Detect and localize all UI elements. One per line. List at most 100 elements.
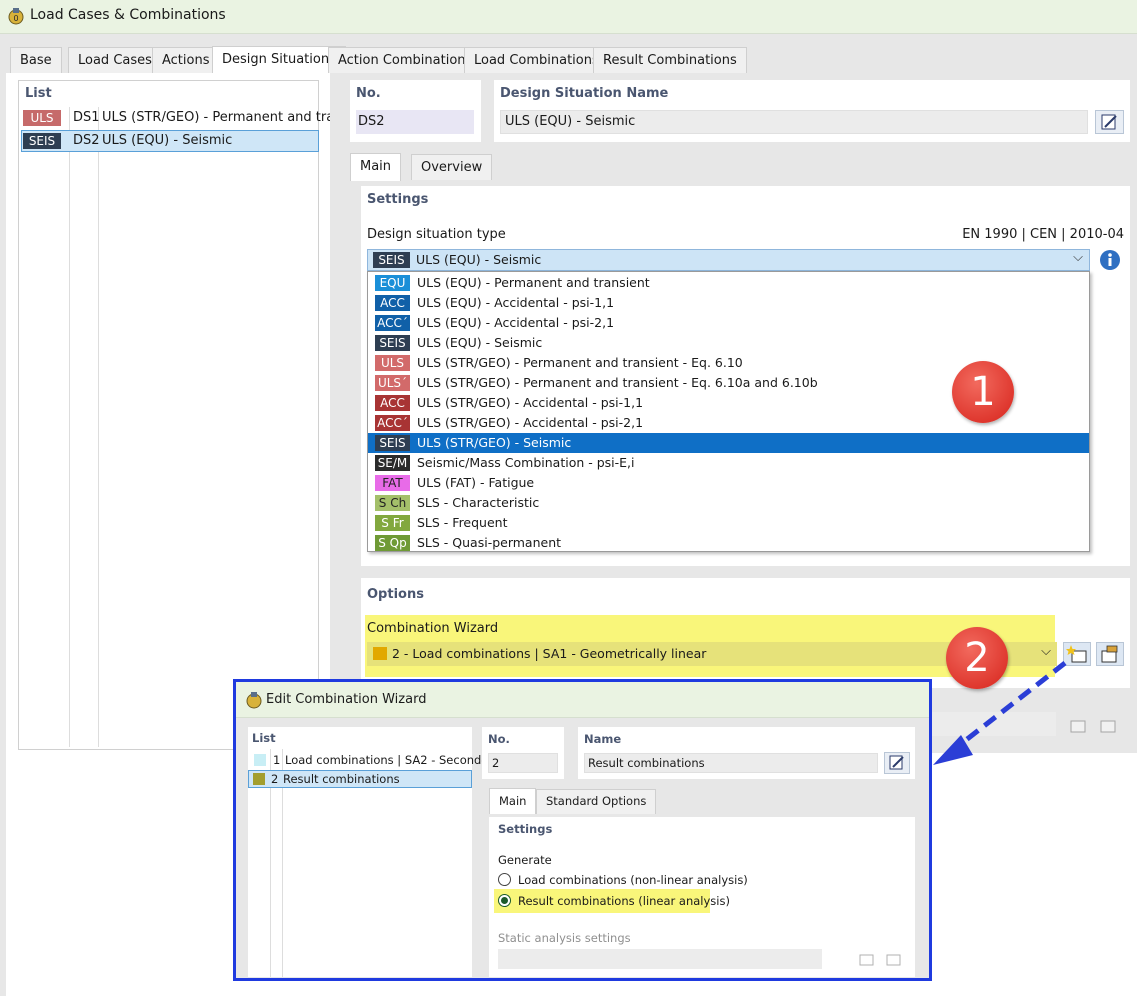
tab-standard-options[interactable]: Standard Options	[536, 789, 657, 814]
tab-design-situations[interactable]: Design Situations	[212, 46, 346, 74]
selected-type-text: ULS (EQU) - Seismic	[416, 252, 542, 267]
dialog-settings-panel: Settings Generate Load combinations (non…	[489, 817, 915, 977]
dashed-arrow	[933, 661, 1067, 765]
dropdown-option[interactable]: SEIS ULS (EQU) - Seismic	[368, 333, 1089, 353]
dropdown-option[interactable]: ACC ULS (EQU) - Accidental - psi-1,1	[368, 293, 1089, 313]
type-badge: ULS	[375, 355, 410, 371]
column-divider	[69, 107, 70, 747]
tab-action-combinations[interactable]: Action Combinations	[328, 47, 483, 73]
wizard-color-swatch	[373, 647, 387, 660]
dialog-title-bar: Edit Combination Wizard	[236, 682, 929, 718]
dropdown-option[interactable]: S Ch SLS - Characteristic	[368, 493, 1089, 513]
options-label: Options	[367, 587, 424, 602]
edit-item-icon	[1100, 720, 1116, 733]
edit-icon	[1101, 114, 1117, 130]
type-badge: ULS´	[375, 375, 410, 391]
type-badge: SEIS	[23, 133, 61, 149]
type-badge: ULS	[23, 110, 61, 126]
option-label: ULS (EQU) - Accidental - psi-2,1	[417, 315, 615, 330]
list-item-selected[interactable]: 2 Result combinations	[248, 770, 472, 788]
name-panel: Design Situation Name ULS (EQU) - Seismi…	[494, 80, 1130, 142]
dialog-list: List 1 Load combinations | SA2 - Second-…	[248, 727, 493, 977]
settings-label: Settings	[367, 192, 429, 207]
row-id: DS2	[73, 133, 100, 148]
dropdown-option[interactable]: EQU ULS (EQU) - Permanent and transient	[368, 273, 1089, 293]
no-field[interactable]: DS2	[356, 110, 474, 134]
list-item-selected[interactable]: SEIS DS2 ULS (EQU) - Seismic	[21, 130, 319, 152]
list-item[interactable]: ULS DS1 ULS (STR/GEO) - Permanent and tr…	[21, 108, 342, 128]
type-badge: SE/M	[375, 455, 410, 471]
no-field[interactable]: 2	[488, 753, 558, 773]
tab-result-combinations[interactable]: Result Combinations	[593, 47, 747, 73]
name-field[interactable]: ULS (EQU) - Seismic	[500, 110, 1088, 134]
tab-main[interactable]: Main	[489, 788, 537, 814]
chevron-down-icon: ⌵	[1073, 250, 1083, 265]
radio-dot	[501, 897, 508, 904]
app-icon	[246, 692, 262, 709]
tab-actions[interactable]: Actions	[152, 47, 220, 73]
edit-item-icon	[886, 954, 901, 966]
tab-base[interactable]: Base	[10, 47, 62, 73]
radio-label: Load combinations (non-linear analysis)	[518, 873, 748, 887]
app-icon: 0	[8, 8, 24, 25]
type-badge: S Ch	[375, 495, 410, 511]
dropdown-option[interactable]: FAT ULS (FAT) - Fatigue	[368, 473, 1089, 493]
edit-button-disabled	[883, 948, 907, 970]
type-badge: ACC´	[375, 415, 410, 431]
number-panel: No. DS2	[350, 80, 481, 142]
column-divider	[98, 107, 99, 747]
radio-result-combinations[interactable]: Result combinations (linear analysis)	[494, 889, 730, 913]
radio-button-checked[interactable]	[498, 894, 511, 907]
radio-load-combinations[interactable]: Load combinations (non-linear analysis)	[498, 871, 758, 889]
option-label: SLS - Frequent	[417, 515, 508, 530]
type-badge: FAT	[375, 475, 410, 491]
type-badge: SEIS	[375, 335, 410, 351]
no-label: No.	[356, 86, 381, 101]
row-id: DS1	[73, 110, 100, 125]
dropdown-option[interactable]: SE/M Seismic/Mass Combination - psi-E,i	[368, 453, 1089, 473]
tab-load-cases[interactable]: Load Cases	[68, 47, 162, 73]
dropdown-option[interactable]: S Fr SLS - Frequent	[368, 513, 1089, 533]
info-icon	[1100, 250, 1120, 270]
combination-wizard-value: 2 - Load combinations | SA1 - Geometrica…	[392, 646, 707, 661]
info-button[interactable]	[1097, 248, 1123, 272]
combination-wizard-label: Combination Wizard	[367, 621, 499, 636]
type-badge: S Fr	[375, 515, 410, 531]
type-badge: ACC´	[375, 315, 410, 331]
type-badge: ACC	[375, 395, 410, 411]
tab-load-combinations[interactable]: Load Combinations	[464, 47, 609, 73]
option-label: ULS (EQU) - Accidental - psi-1,1	[417, 295, 615, 310]
name-label: Design Situation Name	[500, 86, 669, 101]
generate-label: Generate	[498, 853, 552, 867]
new-item-icon	[859, 954, 874, 966]
edit-name-button[interactable]	[884, 752, 910, 774]
radio-label: Result combinations (linear analysis)	[518, 894, 730, 908]
option-label: ULS (EQU) - Permanent and transient	[417, 275, 650, 290]
selected-type-badge: SEIS	[373, 252, 410, 268]
tab-overview[interactable]: Overview	[411, 154, 493, 180]
dropdown-option[interactable]: S Qp SLS - Quasi-permanent	[368, 533, 1089, 553]
list-item[interactable]: 1 Load combinations | SA2 - Second-o	[250, 751, 493, 769]
name-field[interactable]: Result combinations	[584, 753, 878, 773]
design-situation-type-select[interactable]: SEIS ULS (EQU) - Seismic ⌵	[367, 249, 1090, 271]
standard-label: EN 1990 | CEN | 2010-04	[962, 227, 1124, 242]
new-button-disabled	[853, 948, 877, 970]
dialog-name-panel: Name Result combinations	[578, 727, 915, 779]
color-swatch	[253, 773, 265, 785]
type-badge: ACC	[375, 295, 410, 311]
svg-text:0: 0	[13, 14, 18, 23]
edit-name-button[interactable]	[1095, 110, 1124, 134]
static-analysis-select	[498, 949, 822, 969]
option-label: ULS (STR/GEO) - Accidental - psi-1,1	[417, 395, 644, 410]
no-label: No.	[488, 732, 510, 746]
tab-main[interactable]: Main	[350, 153, 402, 181]
design-situations-list: List ULS DS1 ULS (STR/GEO) - Permanent a…	[18, 80, 342, 750]
dropdown-option[interactable]: SEIS ULS (STR/GEO) - Seismic	[368, 433, 1089, 453]
row-name: Load combinations | SA2 - Second-o	[285, 753, 493, 767]
option-label: SLS - Characteristic	[417, 495, 540, 510]
option-label: ULS (FAT) - Fatigue	[417, 475, 535, 490]
edit-wizard-button[interactable]	[1096, 642, 1124, 666]
dialog-title: Edit Combination Wizard	[266, 692, 427, 707]
radio-button[interactable]	[498, 873, 511, 886]
dropdown-option[interactable]: ACC´ ULS (EQU) - Accidental - psi-2,1	[368, 313, 1089, 333]
